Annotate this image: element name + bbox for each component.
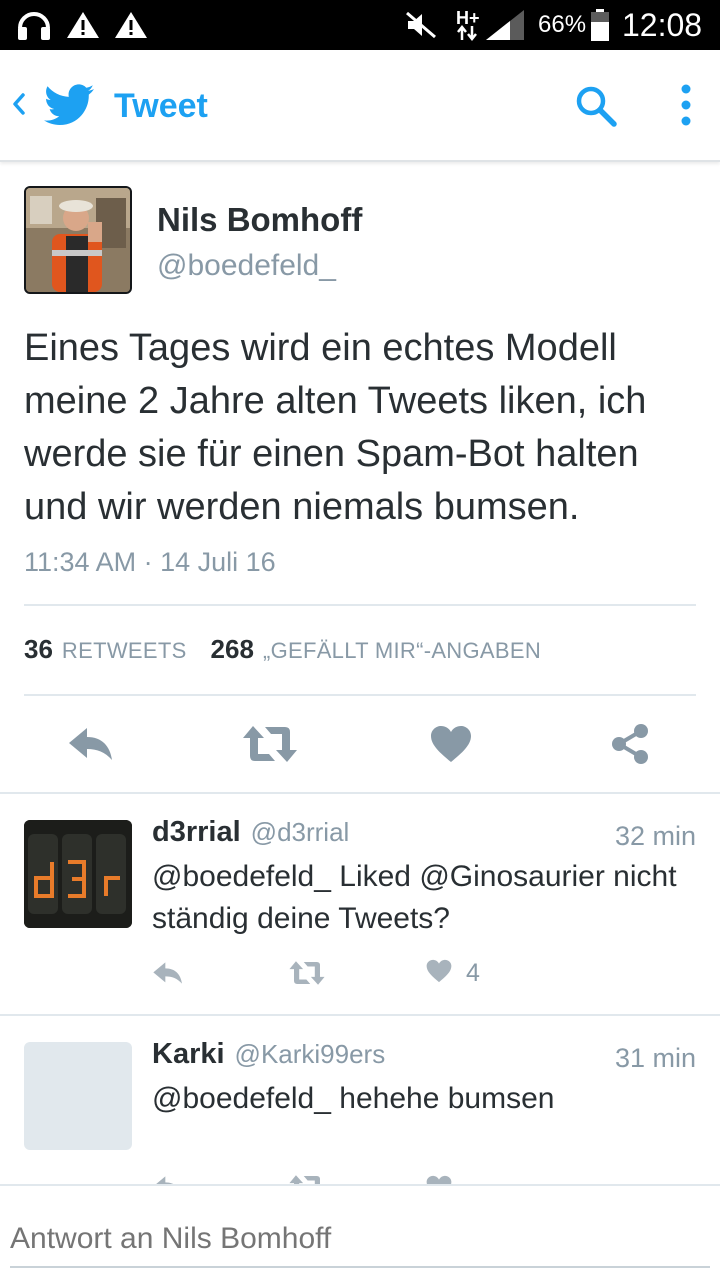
heart-icon (426, 959, 452, 988)
more-vert-icon[interactable] (670, 80, 702, 130)
reply-header: Karki @Karki99ers (152, 1038, 385, 1074)
like-count[interactable]: 268 (211, 634, 254, 665)
tweet-text: Eines Tages wird ein echtes Modell meine… (24, 327, 647, 528)
reply-author-name[interactable]: Karki (152, 1038, 225, 1071)
share-icon[interactable] (608, 712, 652, 776)
search-icon[interactable] (572, 82, 620, 130)
reply-text: @boedefeld_ hehehe bumsen (152, 1082, 555, 1115)
battery-icon (590, 0, 610, 50)
reply-author-handle[interactable]: @d3rrial (251, 817, 350, 848)
divider (24, 604, 696, 606)
like-label[interactable]: „GEFÄLLT MIR“-ANGABEN (263, 638, 541, 664)
separator (0, 792, 720, 794)
divider (24, 694, 696, 696)
retweet-icon[interactable] (288, 958, 326, 988)
reply-actions: 4 (152, 958, 552, 988)
input-underline (10, 1266, 710, 1268)
reply-like-count: 4 (466, 958, 480, 987)
battery-percent: 66% (538, 11, 587, 38)
page-title: Tweet (114, 87, 208, 125)
mute-icon (404, 0, 438, 50)
reply-time: 31 min (614, 1043, 696, 1073)
retweet-label[interactable]: RETWEETS (62, 638, 187, 664)
status-bar: H+ 66% 12:08 (0, 0, 720, 50)
tweet-stats: 36 RETWEETS 268 „GEFÄLLT MIR“-ANGABEN (24, 634, 541, 672)
author-avatar[interactable] (24, 186, 132, 294)
retweet-icon[interactable] (240, 712, 300, 776)
author-name[interactable]: Nils Bomhoff (157, 200, 362, 240)
signal-icon (484, 0, 526, 50)
back-chevron-icon[interactable] (8, 82, 30, 126)
warning-icon (114, 0, 148, 50)
data-arrows-icon (456, 22, 478, 44)
clock: 12:08 (622, 7, 703, 43)
reply-compose-bar (0, 1184, 720, 1280)
author-handle[interactable]: @boedefeld_ (157, 248, 336, 284)
reply-icon[interactable] (64, 712, 118, 776)
reply-author-name[interactable]: d3rrial (152, 816, 241, 849)
reply-text: @boedefeld_ Liked @Ginosaurier nicht stä… (152, 860, 677, 935)
reply-icon[interactable] (152, 958, 184, 988)
reply-author-handle[interactable]: @Karki99ers (235, 1039, 386, 1070)
twitter-bird-icon[interactable] (44, 84, 94, 131)
headset-icon (16, 0, 52, 50)
like-button[interactable]: 4 (426, 958, 480, 988)
tweet-actions (0, 712, 720, 776)
separator (0, 1014, 720, 1016)
heart-icon[interactable] (428, 712, 474, 776)
reply-avatar[interactable] (24, 820, 132, 928)
warning-icon (66, 0, 100, 50)
reply-time: 32 min (614, 821, 696, 851)
app-bar: Tweet (0, 50, 720, 162)
retweet-count[interactable]: 36 (24, 634, 53, 665)
reply-avatar[interactable] (24, 1042, 132, 1150)
reply-header: d3rrial @d3rrial (152, 816, 349, 852)
tweet-timestamp: 11:34 AM · 14 Juli 16 (24, 547, 276, 577)
reply-input[interactable] (10, 1214, 710, 1264)
